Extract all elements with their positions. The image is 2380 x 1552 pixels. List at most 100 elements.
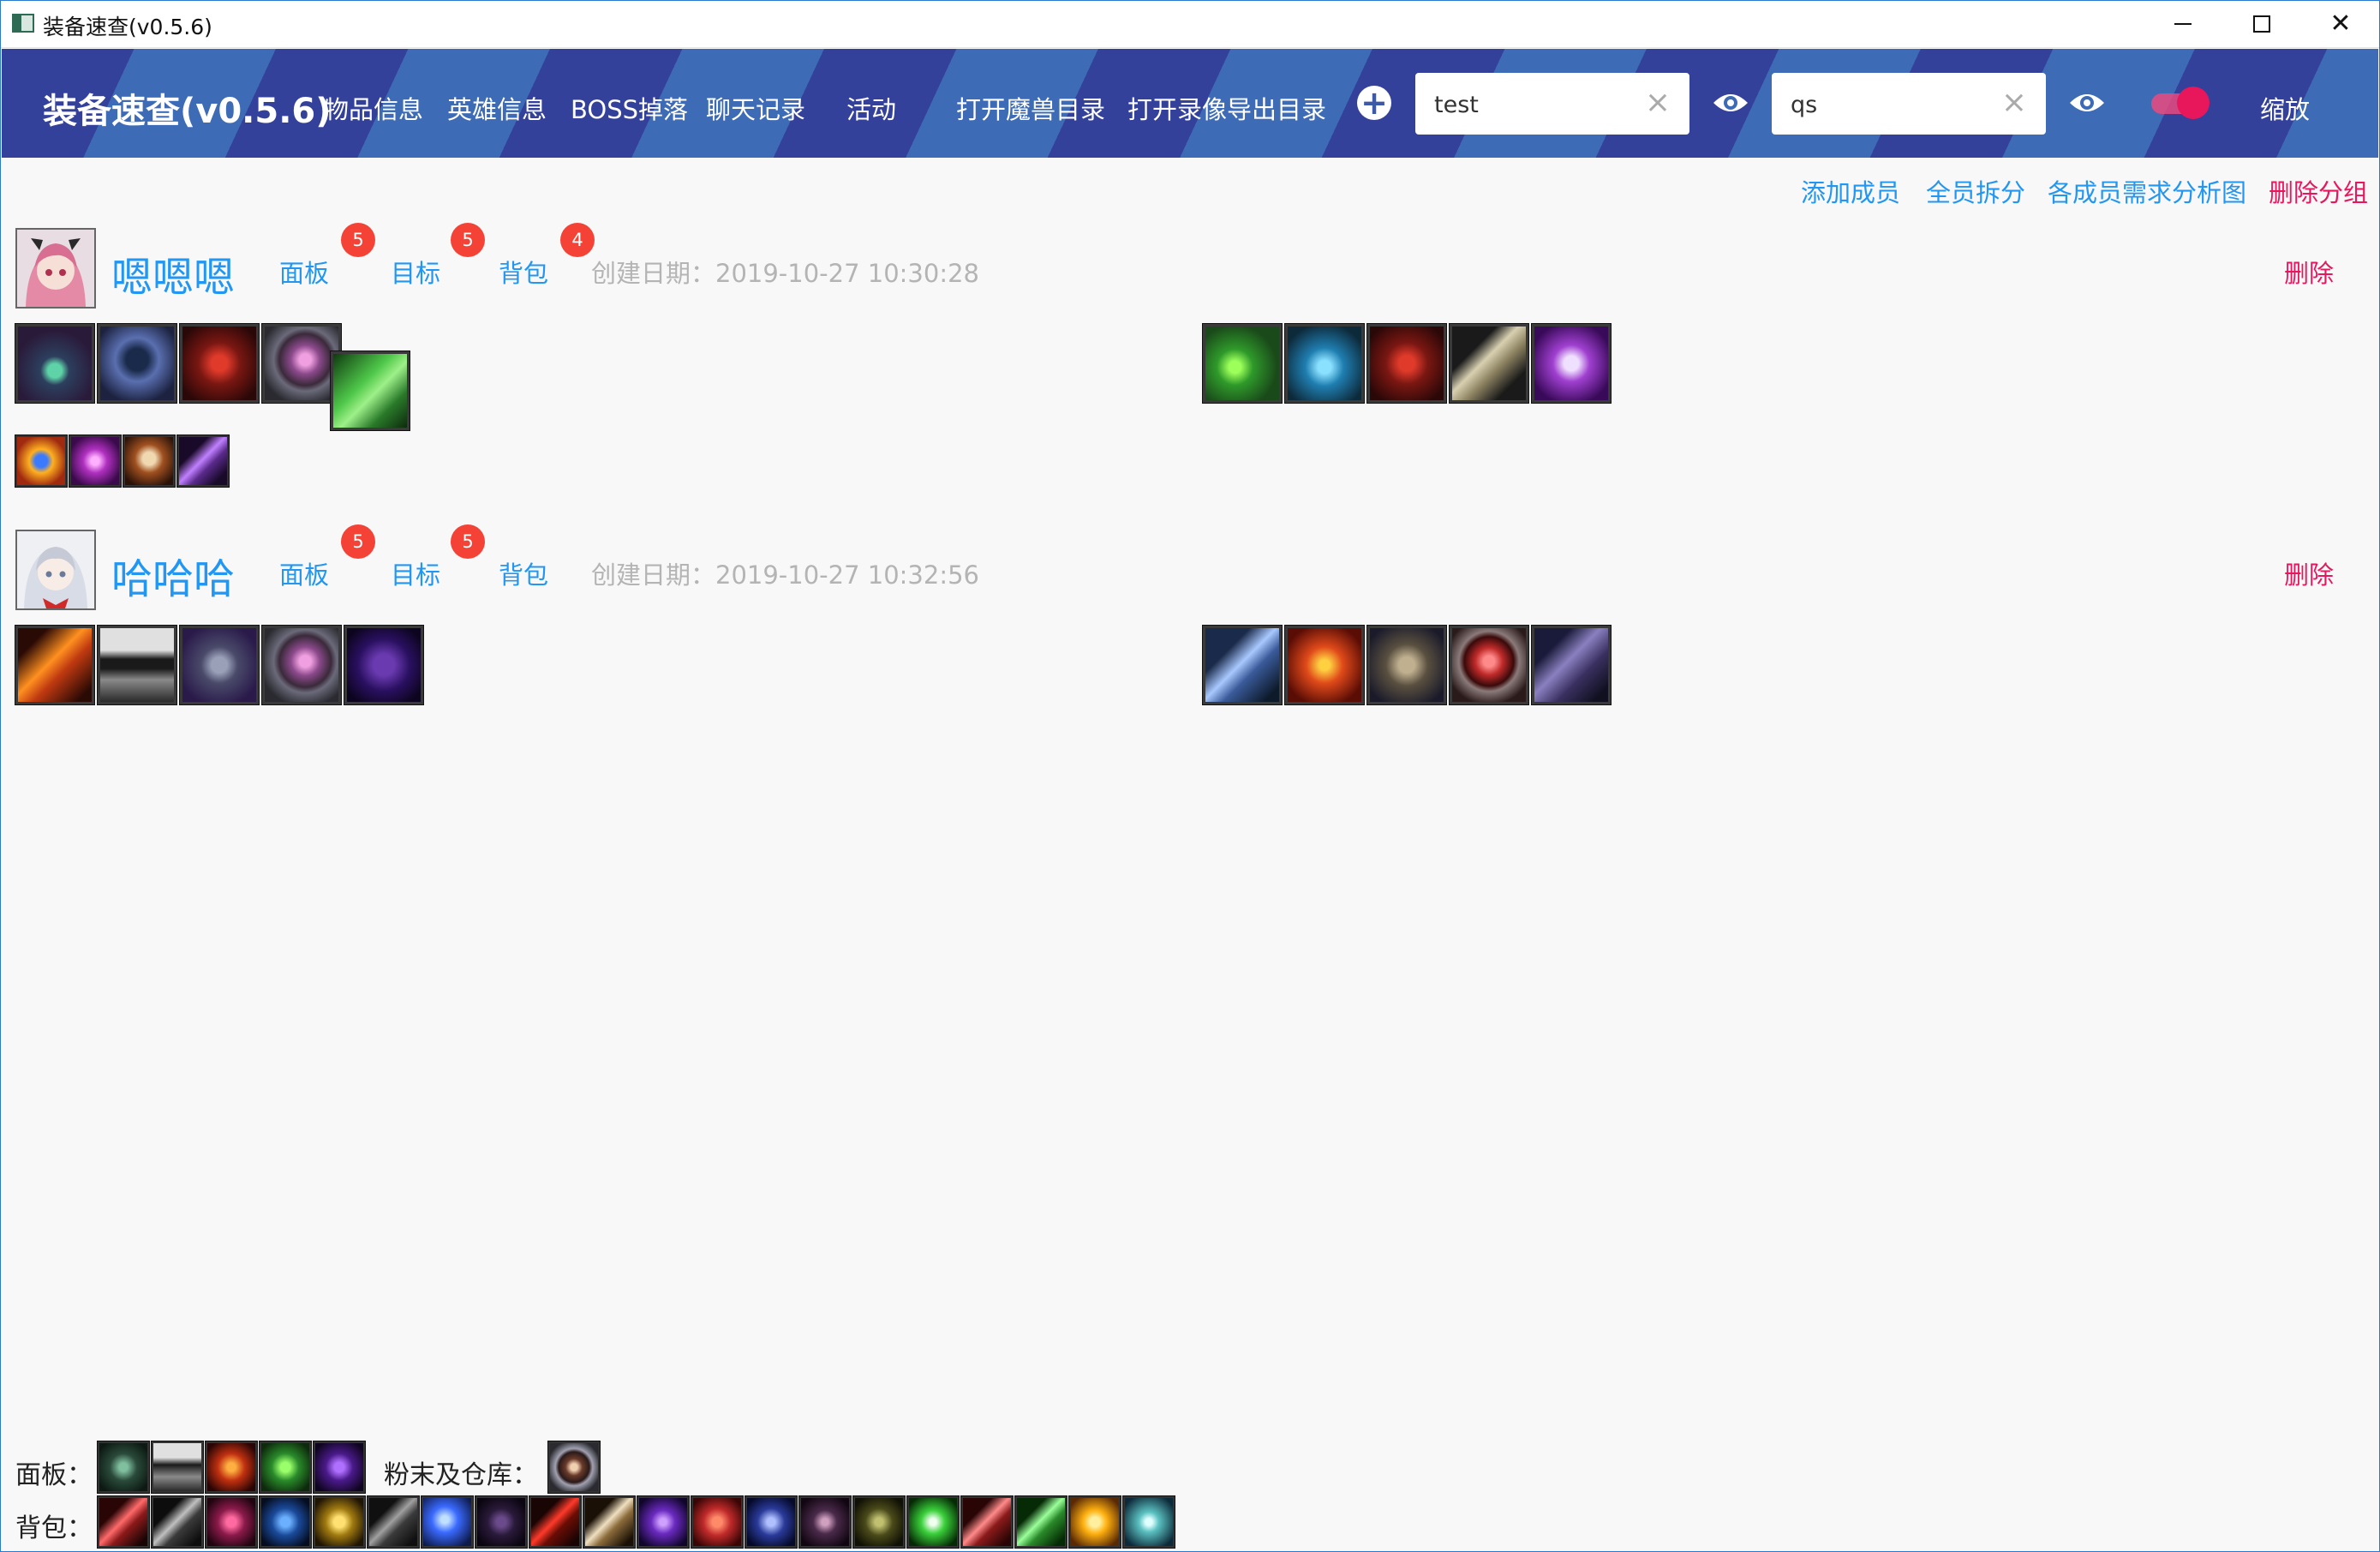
crimson-orb-icon[interactable] [205, 1495, 258, 1549]
member-name[interactable]: 哈哈哈 [111, 545, 235, 605]
green-orb-icon[interactable] [1202, 323, 1283, 404]
nav-item-events[interactable]: 活动 [846, 90, 896, 126]
purple-rune-icon[interactable] [313, 1441, 366, 1494]
olive-helm-icon[interactable] [852, 1495, 906, 1549]
split-all-link[interactable]: 全员拆分 [1926, 173, 2025, 209]
fire-claw-icon[interactable] [205, 1441, 258, 1494]
green-leaf-icon[interactable] [330, 351, 410, 431]
steel-helm-icon[interactable] [97, 625, 177, 705]
blue-potion-icon[interactable] [1284, 323, 1365, 404]
blue-knight-icon[interactable] [744, 1495, 798, 1549]
nav-item-open-warcraft-dir[interactable]: 打开魔兽目录 [956, 90, 1105, 126]
search-input-1[interactable] [1432, 88, 1633, 121]
red-beast-icon[interactable] [691, 1495, 744, 1549]
dark-blade-icon[interactable] [151, 1495, 204, 1549]
minimize-button[interactable] [2144, 0, 2222, 47]
red-axe-icon[interactable] [529, 1495, 582, 1549]
green-armor-icon[interactable] [259, 1441, 312, 1494]
app-header: 装备速查(v0.5.6) 物品信息 英雄信息 BOSS掉落 聊天记录 活动 打开… [2, 49, 2378, 158]
eye-icon[interactable] [1712, 86, 1749, 120]
violet-blade-icon[interactable] [176, 434, 230, 488]
hooded-figure-icon[interactable] [97, 323, 177, 404]
red-cross-icon[interactable] [960, 1495, 1014, 1549]
target-count-badge: 5 [451, 223, 485, 257]
green-slash-icon[interactable] [1014, 1495, 1067, 1549]
gold-crown-icon[interactable] [313, 1495, 366, 1549]
nav-item-heroes[interactable]: 英雄信息 [447, 90, 547, 126]
sun-burst-icon[interactable] [1068, 1495, 1121, 1549]
ice-sword-icon[interactable] [1202, 625, 1283, 705]
app-brand: 装备速查(v0.5.6) [43, 92, 332, 131]
grey-claw-icon[interactable] [367, 1495, 420, 1549]
clear-icon[interactable]: × [2001, 85, 2027, 120]
red-ring-icon[interactable] [1449, 625, 1529, 705]
add-member-link[interactable]: 添加成员 [1801, 173, 1900, 209]
panel-count-badge: 5 [341, 524, 375, 559]
delete-group-link[interactable]: 删除分组 [2269, 173, 2368, 209]
member-name[interactable]: 嗯嗯嗯 [111, 243, 235, 303]
dark-crescent-icon[interactable] [798, 1495, 852, 1549]
red-demon-icon[interactable] [1366, 323, 1447, 404]
bag-link[interactable]: 背包 [499, 555, 548, 591]
gem-ring-icon[interactable] [547, 1441, 601, 1494]
zoom-label: 缩放 [2260, 95, 2311, 124]
shadow-claw-icon[interactable] [15, 323, 95, 404]
purple-claw-icon[interactable] [69, 434, 122, 488]
eye-icon[interactable] [2068, 86, 2106, 120]
maximize-icon [2253, 15, 2270, 33]
helm-icon[interactable] [151, 1441, 204, 1494]
close-button[interactable]: ✕ [2301, 0, 2380, 47]
bottom-bag-label: 背包： [15, 1513, 93, 1543]
fire-orb-icon[interactable] [15, 434, 68, 488]
red-blade-icon[interactable] [97, 1495, 150, 1549]
nav-item-chat-log[interactable]: 聊天记录 [706, 90, 805, 126]
skull-icon[interactable] [123, 434, 176, 488]
delete-member-link[interactable]: 删除 [2284, 254, 2334, 290]
clear-icon[interactable]: × [1645, 85, 1671, 120]
storage-label: 粉末及仓库： [384, 1460, 538, 1490]
nav-item-open-replay-dir[interactable]: 打开录像导出目录 [1127, 90, 1326, 126]
bottom-panel-label: 面板： [15, 1460, 93, 1490]
dark-armor-icon[interactable] [179, 625, 260, 705]
plate-armor-icon[interactable] [1366, 625, 1447, 705]
panel-link[interactable]: 面板 [279, 254, 329, 290]
close-icon: ✕ [2329, 9, 2352, 39]
search-input-2[interactable] [1789, 88, 1989, 121]
thorn-icon[interactable] [97, 1441, 150, 1494]
bottom-panel-items [97, 1441, 368, 1494]
created-date: 创建日期：2019-10-27 10:32:56 [591, 560, 979, 590]
bag-link[interactable]: 背包 [499, 254, 548, 290]
zoom-toggle[interactable] [2148, 87, 2210, 119]
nav-item-items[interactable]: 物品信息 [324, 90, 423, 126]
panel-count-badge: 5 [341, 223, 375, 257]
bone-staff-icon[interactable] [583, 1495, 636, 1549]
shadow-armor-icon[interactable] [1531, 625, 1612, 705]
void-orb-icon[interactable] [637, 1495, 690, 1549]
frost-ring-icon[interactable] [1122, 1495, 1175, 1549]
bag-count-badge: 4 [560, 223, 595, 257]
pink-ring-icon[interactable] [261, 625, 342, 705]
pink-ring-icon[interactable] [261, 323, 342, 404]
bag-items [15, 434, 231, 488]
avatar[interactable] [15, 530, 96, 610]
add-button[interactable]: + [1357, 86, 1391, 120]
maximize-button[interactable] [2222, 0, 2301, 47]
created-date: 创建日期：2019-10-27 10:30:28 [591, 259, 979, 288]
purple-skull-icon[interactable] [1531, 323, 1612, 404]
nav-item-boss-drops[interactable]: BOSS掉落 [571, 90, 688, 126]
flame-axe-icon[interactable] [15, 625, 95, 705]
demon-face-icon[interactable] [1284, 625, 1365, 705]
blue-sphere-icon[interactable] [421, 1495, 474, 1549]
target-link[interactable]: 目标 [391, 555, 440, 591]
red-demon-icon[interactable] [179, 323, 260, 404]
delete-member-link[interactable]: 删除 [2284, 555, 2334, 591]
purple-rune-icon[interactable] [344, 625, 424, 705]
target-link[interactable]: 目标 [391, 254, 440, 290]
blue-armor-icon[interactable] [259, 1495, 312, 1549]
analysis-link[interactable]: 各成员需求分析图 [2048, 173, 2246, 209]
shadow-cloak-icon[interactable] [475, 1495, 528, 1549]
panel-link[interactable]: 面板 [279, 555, 329, 591]
green-spark-icon[interactable] [906, 1495, 960, 1549]
horn-icon[interactable] [1449, 323, 1529, 404]
avatar[interactable] [15, 228, 96, 309]
